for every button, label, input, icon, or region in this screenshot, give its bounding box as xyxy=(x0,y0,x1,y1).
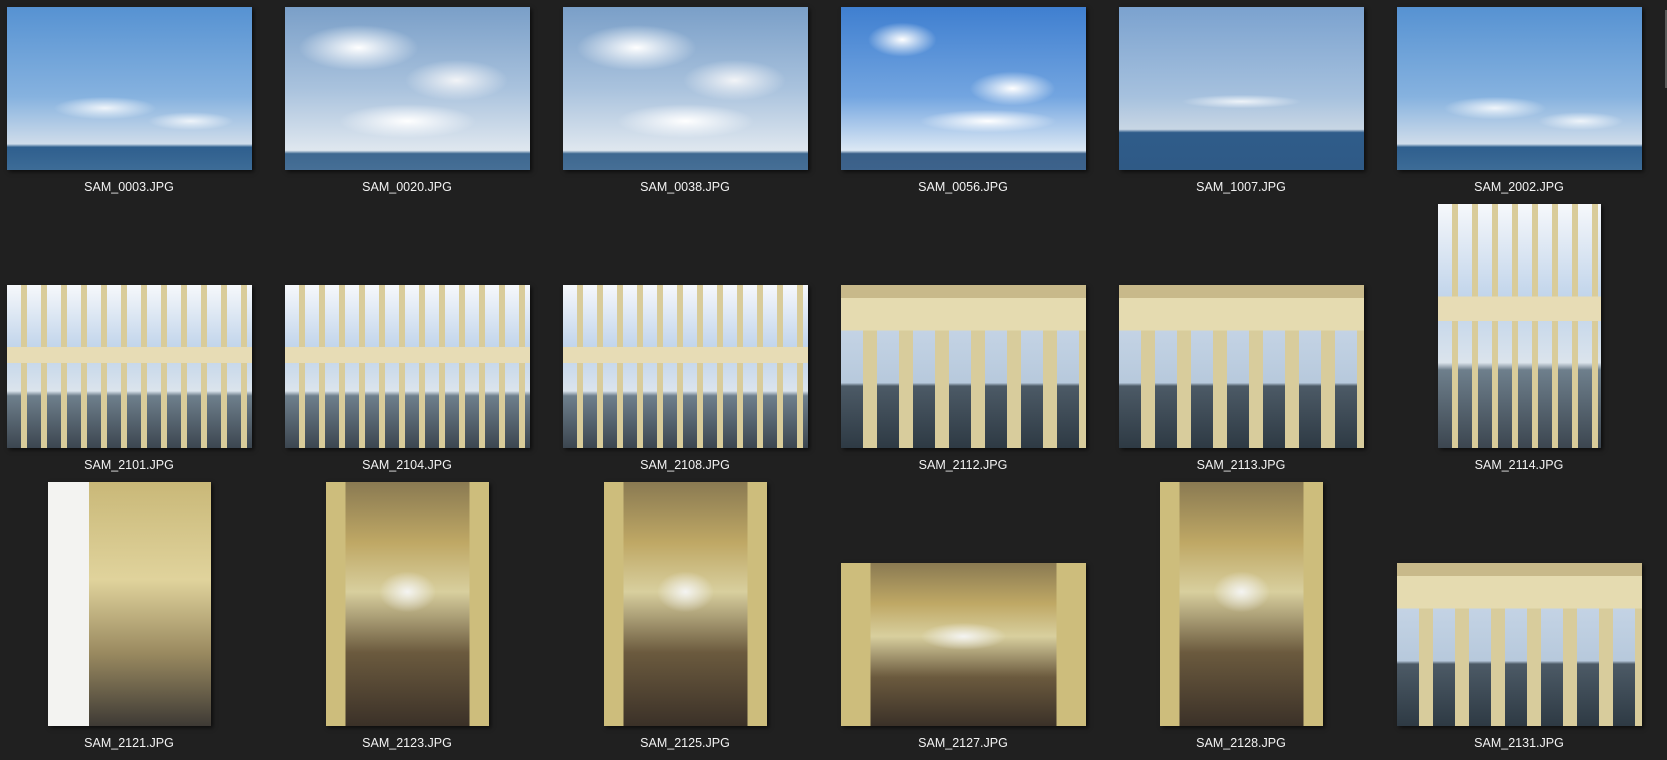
thumbnail-image[interactable] xyxy=(603,482,767,726)
file-item[interactable]: SAM_1007.JPG xyxy=(1102,0,1380,204)
thumbnail-image[interactable] xyxy=(1396,563,1642,726)
file-name: SAM_2002.JPG xyxy=(1474,180,1564,194)
thumbnail-image[interactable] xyxy=(1118,7,1364,170)
thumbnail-image[interactable] xyxy=(284,7,530,170)
thumbnail-image[interactable] xyxy=(284,285,530,448)
file-name: SAM_2131.JPG xyxy=(1474,736,1564,750)
file-item[interactable]: SAM_0020.JPG xyxy=(268,0,546,204)
file-item[interactable]: SAM_2113.JPG xyxy=(1102,204,1380,482)
thumbnail-image[interactable] xyxy=(1118,285,1364,448)
file-item[interactable]: SAM_2108.JPG xyxy=(546,204,824,482)
file-name: SAM_2113.JPG xyxy=(1196,458,1286,472)
thumbnail-image[interactable] xyxy=(1396,7,1642,170)
thumbnail-image[interactable] xyxy=(1437,204,1601,448)
thumbnail-image[interactable] xyxy=(562,7,808,170)
thumbnail-image[interactable] xyxy=(325,482,489,726)
file-item[interactable]: SAM_2114.JPG xyxy=(1380,204,1658,482)
file-item[interactable]: SAM_0038.JPG xyxy=(546,0,824,204)
thumbnail-image[interactable] xyxy=(6,285,252,448)
file-item[interactable]: SAM_2128.JPG xyxy=(1102,482,1380,760)
file-item[interactable]: SAM_2002.JPG xyxy=(1380,0,1658,204)
thumbnail-image[interactable] xyxy=(840,563,1086,726)
thumbnail-image[interactable] xyxy=(840,285,1086,448)
file-item[interactable]: SAM_2112.JPG xyxy=(824,204,1102,482)
file-name: SAM_2104.JPG xyxy=(362,458,452,472)
file-item[interactable]: SAM_2121.JPG xyxy=(0,482,268,760)
file-name: SAM_0056.JPG xyxy=(918,180,1008,194)
thumbnail-image[interactable] xyxy=(562,285,808,448)
file-name: SAM_0003.JPG xyxy=(84,180,174,194)
thumbnail-image[interactable] xyxy=(840,7,1086,170)
file-name: SAM_0038.JPG xyxy=(640,180,730,194)
file-name: SAM_2108.JPG xyxy=(640,458,730,472)
file-item[interactable]: SAM_2123.JPG xyxy=(268,482,546,760)
file-name: SAM_2125.JPG xyxy=(640,736,730,750)
file-item[interactable]: SAM_2101.JPG xyxy=(0,204,268,482)
file-name: SAM_0020.JPG xyxy=(362,180,452,194)
file-item[interactable]: SAM_2127.JPG xyxy=(824,482,1102,760)
thumbnail-image[interactable] xyxy=(1159,482,1323,726)
file-name: SAM_2114.JPG xyxy=(1474,458,1564,472)
file-name: SAM_2121.JPG xyxy=(84,736,174,750)
file-name: SAM_2123.JPG xyxy=(362,736,452,750)
file-name: SAM_2127.JPG xyxy=(918,736,1008,750)
file-item[interactable]: SAM_0056.JPG xyxy=(824,0,1102,204)
file-item[interactable]: SAM_2125.JPG xyxy=(546,482,824,760)
file-item[interactable]: SAM_2131.JPG xyxy=(1380,482,1658,760)
thumbnail-grid: SAM_0003.JPG SAM_0020.JPG SAM_0038.JPG S… xyxy=(0,0,1658,760)
file-name: SAM_2101.JPG xyxy=(84,458,174,472)
file-item[interactable]: SAM_0003.JPG xyxy=(0,0,268,204)
file-item[interactable]: SAM_2104.JPG xyxy=(268,204,546,482)
thumbnail-image[interactable] xyxy=(47,482,211,726)
file-name: SAM_2128.JPG xyxy=(1196,736,1286,750)
thumbnail-image[interactable] xyxy=(6,7,252,170)
file-name: SAM_2112.JPG xyxy=(918,458,1008,472)
file-name: SAM_1007.JPG xyxy=(1196,180,1286,194)
